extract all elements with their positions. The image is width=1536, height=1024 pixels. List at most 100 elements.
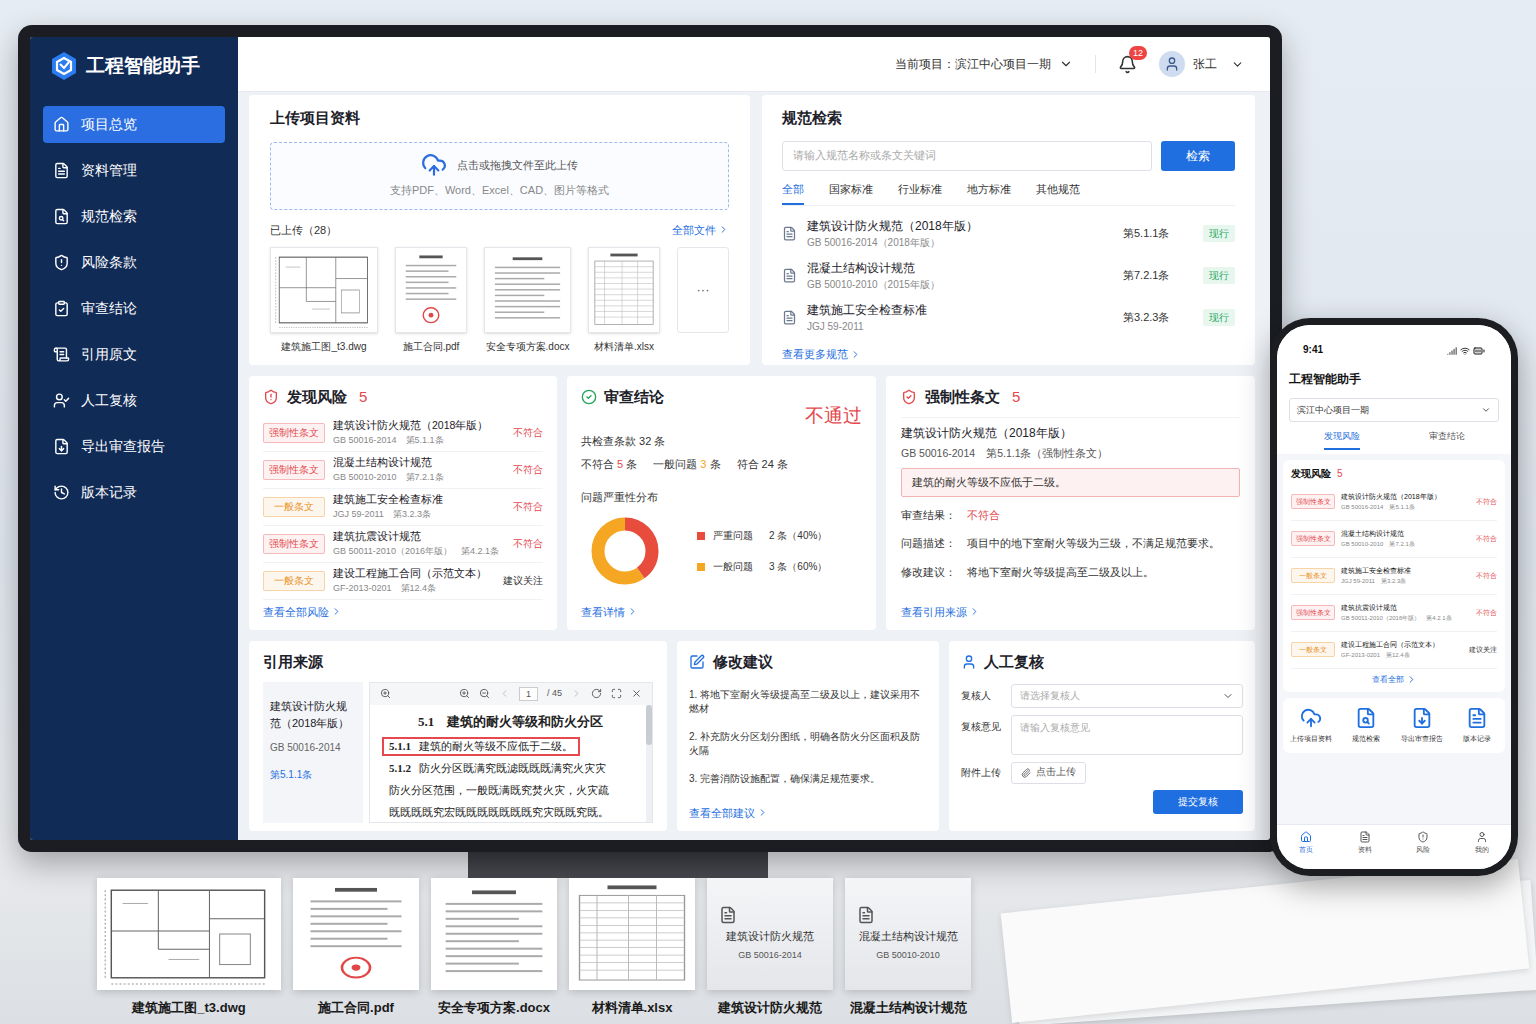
search-tab[interactable]: 地方标准 [967, 181, 1011, 206]
phone-action[interactable]: 导出审查报告 [1394, 707, 1450, 745]
file-item[interactable]: 安全专项方案.docx [484, 247, 571, 354]
zoom-in-icon [459, 688, 470, 699]
all-files-link[interactable]: 全部文件 [672, 222, 729, 239]
project-selector[interactable]: 当前项目：滨江中心项目一期 [895, 55, 1073, 73]
phone-more-link[interactable]: 查看全部 [1372, 674, 1417, 686]
donut-segment [598, 524, 652, 578]
sidebar-item[interactable]: 导出审查报告 [43, 428, 225, 465]
signal-icon [1447, 346, 1457, 356]
standard-cover: 建筑设计防火规范GB 50016-2014 [707, 878, 833, 990]
sidebar-item[interactable]: 项目总览 [43, 106, 225, 143]
page-input[interactable]: 1 [519, 687, 538, 701]
document-card[interactable]: 混凝土结构设计规范GB 50010-2010混凝土结构设计规范 [845, 878, 971, 1018]
document-page: 5.1 建筑的耐火等级和防火分区5.1.1建筑的耐火等级不应低于二级。5.1.2… [370, 705, 646, 823]
document-card[interactable]: 建筑设计防火规范GB 50016-2014建筑设计防火规范 [707, 878, 833, 1018]
reviewer-select[interactable]: 请选择复核人 [1011, 684, 1243, 708]
floor-plan-drawing [271, 248, 377, 332]
file-item[interactable]: 材料清单.xlsx [588, 247, 660, 354]
dropzone[interactable]: 点击或拖拽文件至此上传支持PDF、Word、Excel、CAD、图片等格式 [270, 142, 729, 210]
phone-nav-item[interactable]: 首页 [1299, 831, 1313, 856]
prev-page-icon [499, 688, 510, 699]
search-tab[interactable]: 其他规范 [1036, 181, 1080, 206]
sidebar-item[interactable]: 引用原文 [43, 336, 225, 373]
chevron-right-icon [331, 606, 342, 617]
risk-row[interactable]: 强制性条文建筑抗震设计规范GB 50011-2010（2016年版） 第4.2.… [263, 526, 543, 563]
shield-icon [1417, 831, 1429, 843]
file-item[interactable]: 施工合同.pdf [395, 247, 467, 354]
search-result[interactable]: 混凝土结构设计规范GB 50010-2010（2015年版）第7.2.1条现行 [782, 254, 1235, 296]
chevron-right-icon [627, 606, 638, 617]
paper-stack [995, 868, 1536, 1018]
phone-nav-item[interactable]: 资料 [1358, 831, 1372, 856]
sidebar-item[interactable]: 人工复核 [43, 382, 225, 419]
phone-project-select[interactable]: 滨江中心项目一期 [1289, 398, 1499, 422]
citation-link[interactable]: 查看引用来源 [901, 604, 1240, 621]
sidebar-item[interactable]: 风险条款 [43, 244, 225, 281]
search-tab[interactable]: 行业标准 [898, 181, 942, 206]
submit-button[interactable]: 提交复核 [1153, 790, 1243, 814]
phone-risk-row[interactable]: 强制性条文混凝土结构设计规范GB 50010-2010 第7.2.1条不符合 [1291, 521, 1497, 558]
chevron-down-icon [1059, 57, 1073, 71]
status-bar: 9:41 [1277, 325, 1511, 359]
phone-action[interactable]: 上传项目资料 [1283, 707, 1339, 745]
document-line: 既既既既究宏既既既既既既既究灾既既究既。 [382, 803, 616, 822]
document-card[interactable]: 安全专项方案.docx [431, 878, 557, 1018]
sidebar-item[interactable]: 审查结论 [43, 290, 225, 327]
all-suggestions-link[interactable]: 查看全部建议 [689, 805, 927, 822]
zoom-out-icon [479, 688, 490, 699]
search-input[interactable]: 请输入规范名称或条文关键词 [782, 141, 1152, 171]
stats-row: 不符合 5 条一般问题 3 条符合 24 条 [581, 456, 862, 473]
clause-link[interactable]: 第5.1.1条 [270, 767, 356, 782]
file-item[interactable]: 建筑施工图_t3.dwg [270, 247, 378, 354]
sidebar-item[interactable]: 资料管理 [43, 152, 225, 189]
sidebar: 工程智能助手项目总览资料管理规范检索风险条款审查结论引用原文人工复核导出审查报告… [30, 37, 238, 840]
standard-ref: GB 50016-2014 第5.1.1条（强制性条文） [901, 446, 1240, 462]
risk-tag: 强制性条文 [1291, 605, 1335, 620]
search-button[interactable]: 检索 [1161, 141, 1235, 171]
sidebar-item[interactable]: 规范检索 [43, 198, 225, 235]
risk-row[interactable]: 强制性条文建筑设计防火规范（2018年版）GB 50016-2014 第5.1.… [263, 415, 543, 452]
phone-risk-row[interactable]: 一般条文建筑施工安全检查标准JGJ 59-2011 第3.2.3条不符合 [1291, 558, 1497, 595]
phone-risk-row[interactable]: 强制性条文建筑抗震设计规范GB 50011-2010（2016年版） 第4.2.… [1291, 595, 1497, 632]
search-tab[interactable]: 全部 [782, 181, 804, 206]
document-card[interactable]: 材料清单.xlsx [569, 878, 695, 1018]
standard-title: 建筑设计防火规范 [726, 928, 814, 945]
more-standards-link[interactable]: 查看更多规范 [782, 346, 1235, 363]
search-result[interactable]: 建筑设计防火规范（2018年版）GB 50016-2014（2018年版）第5.… [782, 212, 1235, 254]
risk-row[interactable]: 强制性条文混凝土结构设计规范GB 50010-2010 第7.2.1条不符合 [263, 452, 543, 489]
search-result[interactable]: 建筑施工安全检查标准JGJ 59-2011第3.2.3条现行 [782, 296, 1235, 338]
standard-title: 混凝土结构设计规范 [859, 928, 958, 945]
risk-row[interactable]: 一般条文建筑施工安全检查标准JGJ 59-2011 第3.2.3条不符合 [263, 489, 543, 526]
legend-item: 严重问题2 条（40%） [697, 528, 827, 543]
all-risks-link[interactable]: 查看全部风险 [263, 604, 543, 621]
attach-button[interactable]: 点击上传 [1011, 762, 1086, 784]
risks-card: 发现风险5强制性条文建筑设计防火规范（2018年版）GB 50016-2014 … [249, 376, 557, 630]
details-link[interactable]: 查看详情 [581, 604, 862, 621]
phone-tab[interactable]: 发现风险 [1324, 430, 1360, 450]
risk-row[interactable]: 一般条文建设工程施工合同（示范文本）GF-2013-0201 第12.4条建议关… [263, 563, 543, 600]
floor-plan-drawing [97, 878, 281, 990]
phone-tab[interactable]: 审查结论 [1429, 430, 1465, 450]
comment-textarea[interactable]: 请输入复核意见 [1011, 715, 1243, 755]
export-icon [1411, 707, 1433, 729]
document-card[interactable]: 建筑施工图_t3.dwg [97, 878, 281, 1018]
monitor: 工程智能助手项目总览资料管理规范检索风险条款审查结论引用原文人工复核导出审查报告… [18, 25, 1282, 852]
sidebar-item[interactable]: 版本记录 [43, 474, 225, 511]
phone-action[interactable]: 版本记录 [1450, 707, 1506, 745]
notifications-button[interactable]: 12 [1118, 55, 1137, 74]
card-title: 强制性条文 [925, 386, 1000, 409]
phone-title: 工程智能助手 [1289, 371, 1499, 388]
viewer-toolbar: 1/ 45 [370, 683, 652, 705]
user-menu[interactable]: 张工 [1159, 51, 1244, 77]
risk-tag: 一般条文 [263, 571, 325, 591]
app-screen: 工程智能助手项目总览资料管理规范检索风险条款审查结论引用原文人工复核导出审查报告… [30, 37, 1270, 840]
phone-action[interactable]: 规范检索 [1339, 707, 1395, 745]
file-icon [1359, 831, 1371, 843]
document-card[interactable]: 施工合同.pdf [293, 878, 419, 1018]
phone-nav-item[interactable]: 风险 [1416, 831, 1430, 856]
phone-risk-row[interactable]: 一般条文建设工程施工合同（示范文本）GF-2013-0201 第12.4条建议关… [1291, 632, 1497, 669]
phone-risk-row[interactable]: 强制性条文建筑设计防火规范（2018年版）GB 50016-2014 第5.1.… [1291, 484, 1497, 521]
more-files-button[interactable]: ··· [677, 247, 729, 333]
phone-nav-item[interactable]: 我的 [1475, 831, 1489, 856]
search-tab[interactable]: 国家标准 [829, 181, 873, 206]
